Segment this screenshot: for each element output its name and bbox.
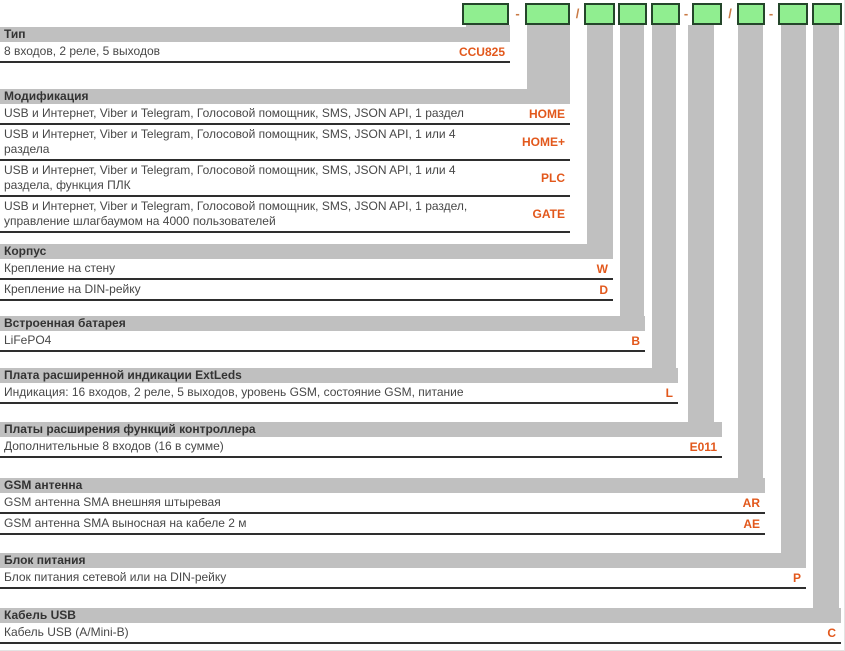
- section-power-supply: Блок питания Блок питания сетевой или на…: [0, 553, 806, 589]
- option-code: HOME+: [511, 135, 570, 149]
- option-code: C: [782, 626, 841, 640]
- option-row: Дополнительные 8 входов (16 в сумме) E01…: [0, 437, 722, 458]
- option-row: 8 входов, 2 реле, 5 выходов CCU825: [0, 42, 510, 63]
- option-label: Крепление на стену: [4, 261, 554, 276]
- option-row: USB и Интернет, Viber и Telegram, Голосо…: [0, 197, 570, 233]
- option-code: GATE: [511, 207, 570, 221]
- option-code: W: [554, 262, 613, 276]
- option-row: Индикация: 16 входов, 2 реле, 5 выходов,…: [0, 383, 678, 404]
- option-label: GSM антенна SMA выносная на кабеле 2 м: [4, 516, 706, 531]
- section-case: Корпус Крепление на стену W Крепление на…: [0, 244, 613, 301]
- order-code-diagram: - / - / - Тип 8 входов, 2 реле, 5 выходо…: [0, 0, 845, 651]
- code-slot-expansion-board: [692, 3, 722, 25]
- option-label: LiFePO4: [4, 333, 586, 348]
- option-code: E011: [663, 440, 722, 454]
- option-label: Блок питания сетевой или на DIN-рейку: [4, 570, 747, 585]
- section-expansion-board: Платы расширения функций контроллера Доп…: [0, 422, 722, 458]
- option-row: GSM антенна SMA выносная на кабеле 2 м A…: [0, 514, 765, 535]
- section-usb-cable: Кабель USB Кабель USB (A/Mini-B) C: [0, 608, 841, 644]
- section-title: Блок питания: [0, 553, 806, 568]
- connector-battery: [620, 25, 644, 331]
- option-row: Крепление на стену W: [0, 259, 613, 280]
- code-slot-power-supply: [778, 3, 808, 25]
- code-slot-type: [462, 3, 509, 25]
- code-slot-case: [584, 3, 615, 25]
- option-row: GSM антенна SMA внешняя штыревая AR: [0, 493, 765, 514]
- section-title: Корпус: [0, 244, 613, 259]
- option-label: USB и Интернет, Viber и Telegram, Голосо…: [4, 127, 511, 157]
- option-row: USB и Интернет, Viber и Telegram, Голосо…: [0, 125, 570, 161]
- option-row: Кабель USB (A/Mini-B) C: [0, 623, 841, 644]
- section-title: Платы расширения функций контроллера: [0, 422, 722, 437]
- option-label: USB и Интернет, Viber и Telegram, Голосо…: [4, 199, 511, 229]
- separator-dash: -: [764, 3, 778, 25]
- section-title: Модификация: [0, 89, 570, 104]
- code-slot-usb-cable: [812, 3, 842, 25]
- separator-slash: /: [723, 3, 737, 25]
- section-extleds: Плата расширенной индикации ExtLeds Инди…: [0, 368, 678, 404]
- separator-dash: -: [680, 3, 692, 25]
- option-label: Кабель USB (A/Mini-B): [4, 625, 782, 640]
- connector-extleds: [652, 25, 676, 383]
- option-label: Дополнительные 8 входов (16 в сумме): [4, 439, 663, 454]
- connector-usb-cable: [813, 25, 839, 623]
- option-row: USB и Интернет, Viber и Telegram, Голосо…: [0, 104, 570, 125]
- option-code: AR: [706, 496, 765, 510]
- code-slot-gsm-antenna: [737, 3, 765, 25]
- section-title: Тип: [0, 27, 510, 42]
- section-modification: Модификация USB и Интернет, Viber и Tele…: [0, 89, 570, 233]
- option-label: USB и Интернет, Viber и Telegram, Голосо…: [4, 163, 511, 193]
- option-code: HOME: [511, 107, 570, 121]
- option-row: USB и Интернет, Viber и Telegram, Голосо…: [0, 161, 570, 197]
- section-title: GSM антенна: [0, 478, 765, 493]
- option-code: D: [554, 283, 613, 297]
- connector-power-supply: [781, 25, 806, 568]
- separator-dash: -: [510, 3, 525, 25]
- code-slot-battery: [618, 3, 647, 25]
- option-label: USB и Интернет, Viber и Telegram, Голосо…: [4, 106, 511, 121]
- section-type: Тип 8 входов, 2 реле, 5 выходов CCU825: [0, 27, 510, 63]
- option-row: LiFePO4 B: [0, 331, 645, 352]
- section-title: Плата расширенной индикации ExtLeds: [0, 368, 678, 383]
- option-code: B: [586, 334, 645, 348]
- section-title: Кабель USB: [0, 608, 841, 623]
- code-slot-extleds: [651, 3, 680, 25]
- connector-expansion-board: [688, 25, 714, 437]
- option-row: Блок питания сетевой или на DIN-рейку P: [0, 568, 806, 589]
- connector-case: [587, 25, 613, 259]
- option-row: Крепление на DIN-рейку D: [0, 280, 613, 301]
- option-label: GSM антенна SMA внешняя штыревая: [4, 495, 706, 510]
- option-code: L: [619, 386, 678, 400]
- section-gsm-antenna: GSM антенна GSM антенна SMA внешняя штыр…: [0, 478, 765, 535]
- section-title: Встроенная батарея: [0, 316, 645, 331]
- option-code: AE: [706, 517, 765, 531]
- option-code: P: [747, 571, 806, 585]
- connector-gsm-antenna: [738, 25, 763, 493]
- section-battery: Встроенная батарея LiFePO4 B: [0, 316, 645, 352]
- option-code: PLC: [511, 171, 570, 185]
- code-slot-modification: [525, 3, 570, 25]
- separator-slash: /: [571, 3, 584, 25]
- option-label: Индикация: 16 входов, 2 реле, 5 выходов,…: [4, 385, 619, 400]
- option-label: Крепление на DIN-рейку: [4, 282, 554, 297]
- option-label: 8 входов, 2 реле, 5 выходов: [4, 44, 451, 59]
- option-code: CCU825: [451, 45, 510, 59]
